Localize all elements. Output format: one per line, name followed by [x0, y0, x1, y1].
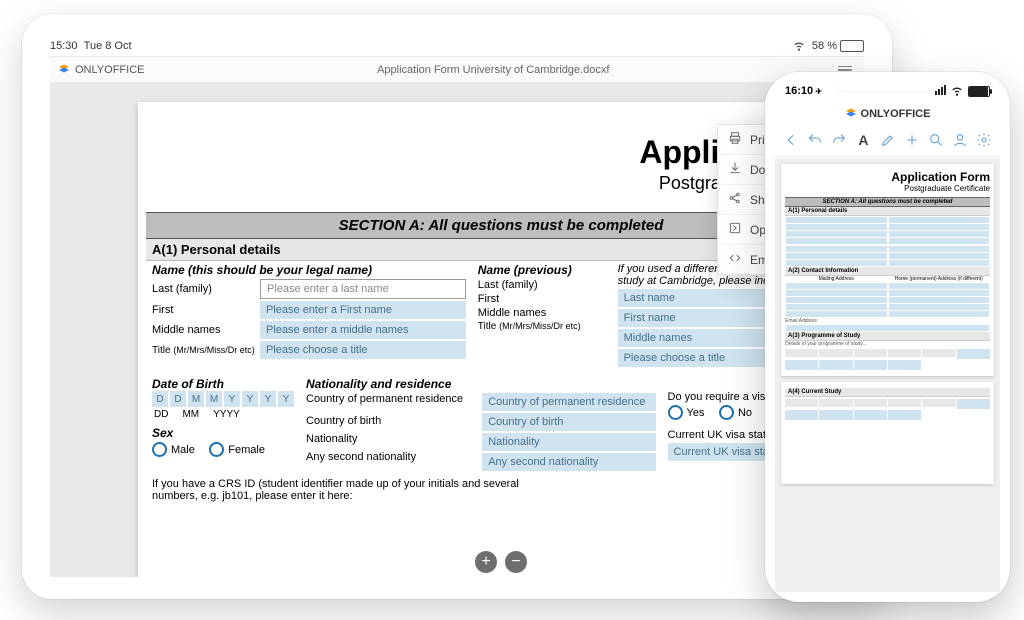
name-prev-label: Name (previous) [478, 263, 606, 277]
prev-middle-label: Middle names [478, 307, 586, 319]
share-icon [728, 191, 742, 208]
prev-first-label: First [478, 293, 586, 305]
undo-button[interactable] [805, 130, 825, 150]
iphone-battery [968, 86, 990, 97]
iphone-page-1: Application Form Postgraduate Certificat… [781, 164, 994, 376]
p-contact-heading: A(2) Contact Information [785, 267, 990, 276]
any-second-label: Any second nationality [306, 451, 470, 463]
embed-icon [728, 251, 742, 268]
app-titlebar: ONLYOFFICE Application Form University o… [50, 56, 864, 84]
nationality-label: Nationality [306, 433, 470, 445]
middle-name-input[interactable]: Please enter a middle names [260, 321, 466, 339]
p-programme-table [785, 349, 990, 370]
battery-indicator: 58 % [812, 40, 864, 52]
brand-label: ONLYOFFICE [75, 64, 144, 76]
p-heading: Application Form [785, 170, 990, 184]
crs-hint: If you have a CRS ID (student identifier… [146, 475, 558, 505]
first-name-input[interactable]: Please enter a First name [260, 301, 466, 319]
last-name-input[interactable]: Please enter a last name [260, 279, 466, 299]
dob-sublabels: DDMMYYYY [152, 409, 294, 420]
document-title: Application Form University of Cambridge… [152, 64, 834, 76]
ipad-statusbar: 15:30 Tue 8 Oct 58 % [50, 36, 864, 56]
ipad-date: Tue 8 Oct [84, 40, 132, 52]
country-perm-input[interactable]: Country of permanent residence [482, 393, 655, 411]
wifi-icon [950, 83, 964, 100]
nationality-heading: Nationality and residence [306, 377, 470, 391]
download-icon [728, 161, 742, 178]
back-button[interactable] [781, 130, 801, 150]
prev-title-label: Title (Mr/Mrs/Miss/Dr etc) [478, 321, 586, 332]
country-birth-label: Country of birth [306, 415, 470, 427]
sex-male-radio[interactable]: Male [152, 442, 195, 457]
battery-percent-text: 58 % [812, 40, 837, 52]
sex-female-radio[interactable]: Female [209, 442, 265, 457]
dob-input[interactable]: DD MM YY YY [152, 391, 294, 407]
ipad-time: 15:30 [50, 40, 78, 52]
first-label: First [152, 304, 260, 316]
p-a4-heading: A(4) Current Study [785, 388, 990, 397]
iphone-time: 16:10 ✈ [785, 85, 822, 97]
country-birth-input[interactable]: Country of birth [482, 413, 655, 431]
app-brand: ONLYOFFICE [50, 63, 152, 78]
p-programme-hint: Details of your programme of study... [785, 341, 990, 347]
wifi-icon [792, 38, 806, 55]
p-current-study-table [785, 399, 990, 420]
p-email-label: Email Address [785, 318, 990, 324]
add-button[interactable] [902, 130, 922, 150]
title-select[interactable]: Please choose a title [260, 341, 466, 359]
signal-icon [934, 85, 946, 98]
p-a1-heading: A(1) Personal details [785, 207, 990, 216]
zoom-out-button[interactable]: − [505, 551, 527, 573]
p-subheading: Postgraduate Certificate [785, 184, 990, 193]
onlyoffice-logo-icon [58, 63, 70, 78]
name-legal-label: Name (this should be your legal name) [152, 263, 466, 277]
iphone-brand: ONLYOFFICE [775, 102, 1000, 126]
middle-label: Middle names [152, 324, 260, 336]
country-perm-label: Country of permanent residence [306, 393, 470, 405]
ipad-device: 15:30 Tue 8 Oct 58 % [22, 14, 892, 599]
iphone-canvas[interactable]: Application Form Postgraduate Certificat… [775, 158, 1000, 592]
sex-label: Sex [152, 426, 294, 440]
settings-button[interactable] [974, 130, 994, 150]
print-icon [728, 131, 742, 148]
prev-last-label: Last (family) [478, 279, 586, 291]
visa-no-radio[interactable]: No [719, 405, 752, 420]
any-second-input[interactable]: Any second nationality [482, 453, 655, 471]
dob-label: Date of Birth [152, 377, 294, 391]
onlyoffice-logo-icon [845, 107, 857, 122]
open-file-icon [728, 221, 742, 238]
iphone-statusbar: 16:10 ✈ [775, 80, 1000, 102]
edit-button[interactable] [878, 130, 898, 150]
last-label: Last (family) [152, 283, 260, 295]
search-button[interactable] [926, 130, 946, 150]
zoom-in-button[interactable]: + [475, 551, 497, 573]
p-programme-heading: A(3) Programme of Study [785, 332, 990, 341]
iphone-device: 16:10 ✈ ONLYOFFICE A [765, 72, 1010, 602]
iphone-toolbar: A [775, 126, 1000, 157]
title-label: Title (Mr/Mrs/Miss/Dr etc) [152, 345, 260, 356]
visa-yes-radio[interactable]: Yes [668, 405, 705, 420]
iphone-page-2: A(4) Current Study [781, 382, 994, 484]
redo-button[interactable] [829, 130, 849, 150]
nationality-input[interactable]: Nationality [482, 433, 655, 451]
p-section-bar: SECTION A: All questions must be complet… [785, 197, 990, 207]
user-button[interactable] [950, 130, 970, 150]
font-button[interactable]: A [853, 130, 873, 150]
